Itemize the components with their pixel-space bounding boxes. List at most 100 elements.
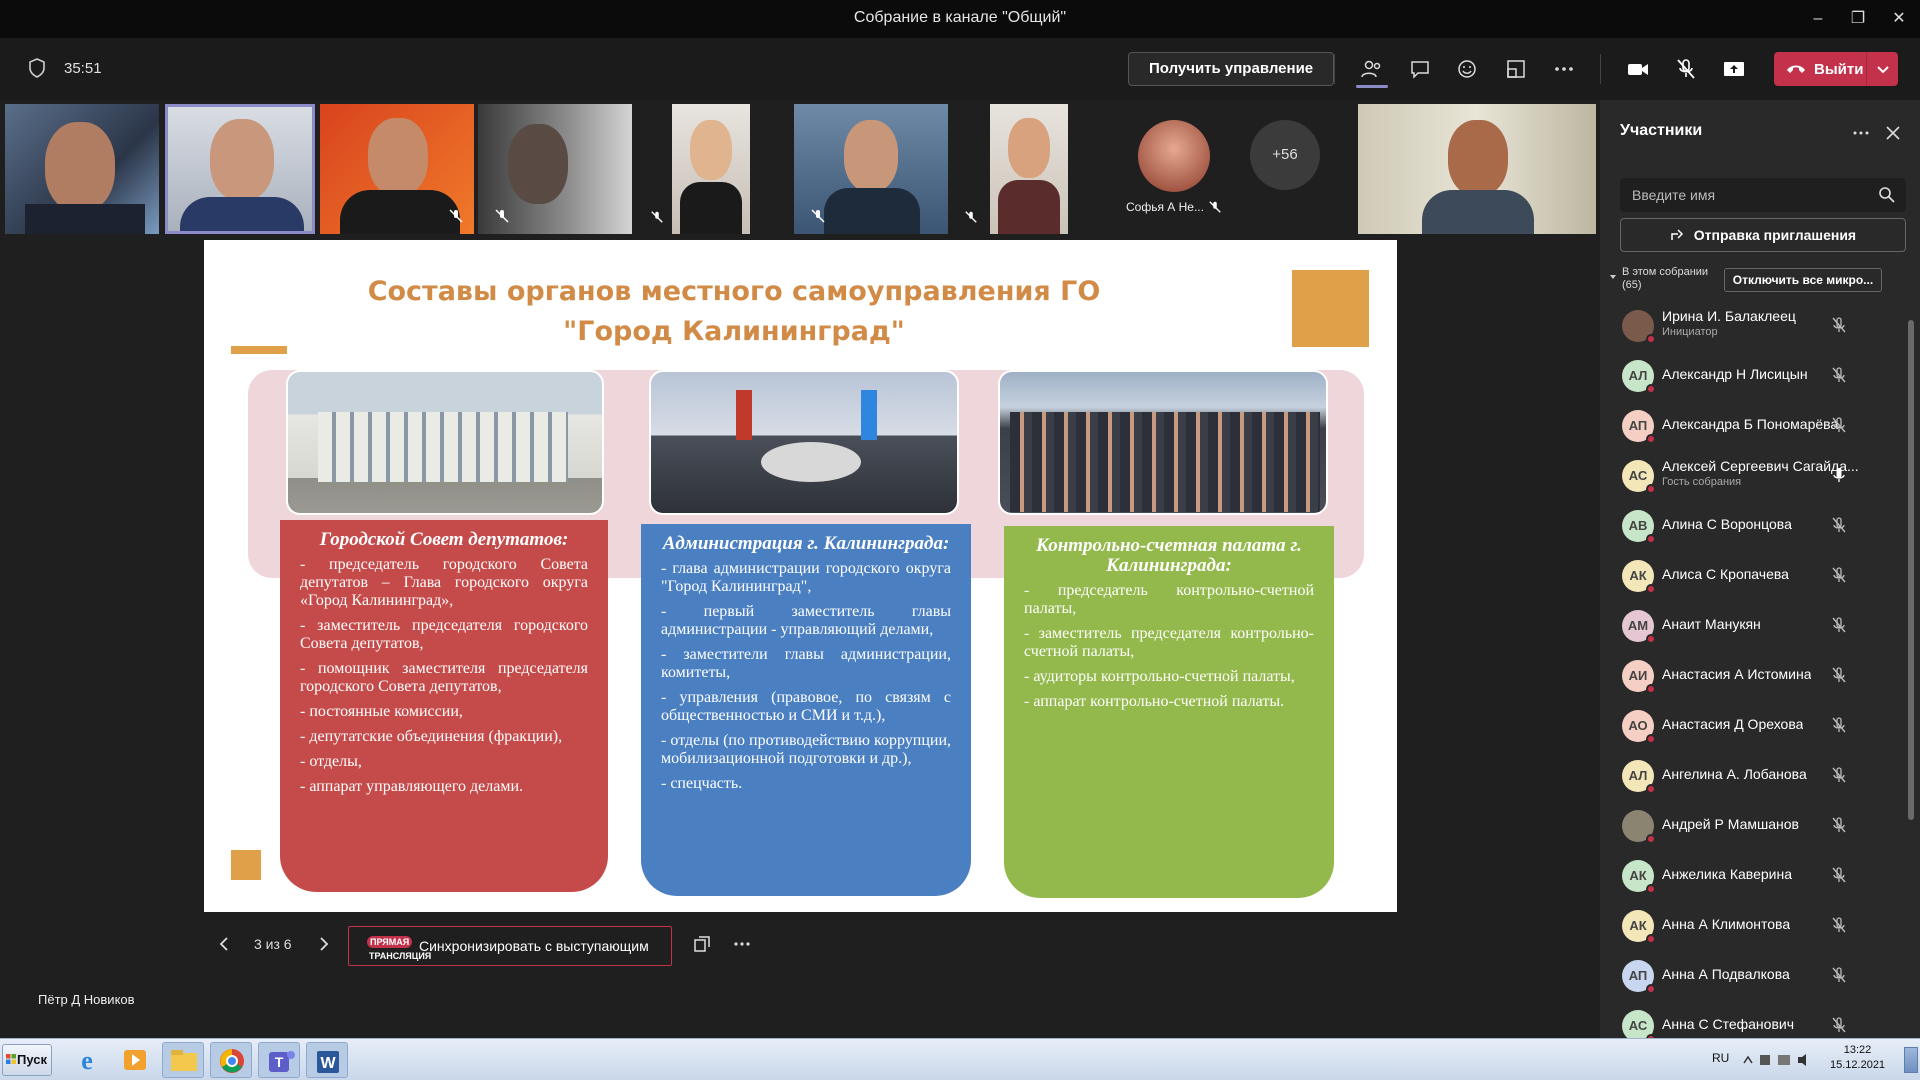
participant-row[interactable]: АС Алексей Сергеевич Сагайда... Гость собр… xyxy=(1600,450,1910,500)
close-icon[interactable] xyxy=(1884,124,1902,142)
mic-muted-icon[interactable] xyxy=(1672,55,1700,83)
mic-muted-icon[interactable] xyxy=(1830,666,1848,684)
participants-icon[interactable] xyxy=(1358,55,1386,83)
take-control-button[interactable]: Получить управление xyxy=(1128,52,1335,86)
close-window-icon[interactable]: ✕ xyxy=(1884,6,1914,32)
chevron-down-icon[interactable] xyxy=(1608,272,1618,282)
list-item: - первый заместитель главы администрации… xyxy=(661,603,951,638)
mic-muted-icon[interactable] xyxy=(1830,766,1848,784)
language-indicator[interactable]: RU xyxy=(1712,1051,1729,1065)
mic-muted-icon[interactable] xyxy=(1830,1016,1848,1034)
mic-muted-icon[interactable] xyxy=(1830,916,1848,934)
chat-icon[interactable] xyxy=(1406,55,1434,83)
participant-row[interactable]: АК Анжелика Каверина xyxy=(1600,850,1910,900)
participant-row[interactable]: АК Алиса С Кропачева xyxy=(1600,550,1910,600)
participant-video-body xyxy=(340,190,460,234)
file-explorer-icon[interactable] xyxy=(162,1042,204,1078)
participant-name: Анна А Климонтова xyxy=(1662,916,1791,932)
participant-row[interactable]: АП Александра Б Пономарёва xyxy=(1600,400,1910,450)
previous-slide-icon[interactable] xyxy=(214,934,234,954)
participant-row[interactable]: АП Анна А Подвалкова xyxy=(1600,950,1910,1000)
list-item: - постоянные комиссии, xyxy=(300,703,463,720)
participant-video-body xyxy=(1422,190,1534,234)
administration-meeting-photo xyxy=(649,370,959,515)
video-tile[interactable] xyxy=(794,104,948,234)
participant-role: Инициатор xyxy=(1662,326,1718,338)
participant-name: Анаит Манукян xyxy=(1662,616,1761,632)
participant-row[interactable]: АЛ Ангелина А. Лобанова xyxy=(1600,750,1910,800)
status-badge xyxy=(1646,834,1656,844)
video-tile[interactable] xyxy=(320,104,474,234)
mic-muted-icon[interactable] xyxy=(1830,716,1848,734)
participant-row[interactable]: Ирина И. Балаклеец Инициатор xyxy=(1600,300,1910,350)
sync-with-presenter-button[interactable]: ПРЯМАЯ ТРАНСЛЯЦИЯ Синхронизировать с выс… xyxy=(348,926,672,966)
more-participants-button[interactable]: +56 xyxy=(1250,120,1320,190)
mic-muted-icon[interactable] xyxy=(1830,316,1848,334)
participant-video xyxy=(368,118,428,196)
share-screen-icon[interactable] xyxy=(1720,55,1748,83)
search-input[interactable]: Введите имя xyxy=(1620,178,1906,212)
more-actions-icon[interactable] xyxy=(1550,55,1578,83)
list-item: - управления (правовое, по связям с обще… xyxy=(661,689,951,724)
participant-avatar: АЛ xyxy=(1622,360,1656,394)
clock[interactable]: 13:22 15.12.2021 xyxy=(1830,1043,1885,1073)
chrome-icon[interactable] xyxy=(210,1042,252,1078)
participant-row[interactable]: АВ Алина С Воронцова xyxy=(1600,500,1910,550)
start-button[interactable]: Пуск xyxy=(2,1044,52,1076)
participant-avatar[interactable] xyxy=(1138,120,1210,192)
participant-avatar: АИ xyxy=(1622,660,1656,694)
search-icon[interactable] xyxy=(1878,186,1896,204)
participant-row[interactable]: АК Анна А Климонтова xyxy=(1600,900,1910,950)
mic-muted-icon[interactable] xyxy=(1830,516,1848,534)
mic-icon[interactable] xyxy=(1830,466,1848,484)
teams-icon[interactable]: T xyxy=(258,1042,300,1078)
camera-icon[interactable] xyxy=(1624,55,1652,83)
video-tile[interactable] xyxy=(1358,104,1596,234)
system-tray-icons[interactable] xyxy=(1740,1051,1820,1069)
windows-logo-icon xyxy=(6,1054,16,1064)
participant-row[interactable]: АИ Анастасия А Истомина xyxy=(1600,650,1910,700)
participant-row[interactable]: АО Анастасия Д Орехова xyxy=(1600,700,1910,750)
mic-muted-icon[interactable] xyxy=(1830,366,1848,384)
mic-muted-icon[interactable] xyxy=(1830,816,1848,834)
mic-muted-icon[interactable] xyxy=(1830,866,1848,884)
chevron-down-icon[interactable] xyxy=(1874,60,1892,78)
participant-name: Анна А Подвалкова xyxy=(1662,966,1790,982)
pop-out-icon[interactable] xyxy=(692,934,712,954)
participant-video-body xyxy=(998,180,1060,234)
word-icon[interactable]: W xyxy=(306,1042,348,1078)
mute-all-button[interactable]: Отключить все микро... xyxy=(1724,268,1882,292)
more-options-icon[interactable] xyxy=(1852,124,1870,142)
leave-button[interactable]: Выйти xyxy=(1774,52,1898,86)
video-tile[interactable] xyxy=(5,104,159,234)
in-meeting-section[interactable]: В этом собрании (65) xyxy=(1622,266,1708,292)
video-tile[interactable] xyxy=(478,104,632,234)
minimize-icon[interactable]: – xyxy=(1803,6,1833,32)
participant-row[interactable]: АМ Анаит Манукян xyxy=(1600,600,1910,650)
participant-row[interactable]: Андрей Р Мамшанов xyxy=(1600,800,1910,850)
mic-muted-icon[interactable] xyxy=(1830,966,1848,984)
media-player-icon[interactable] xyxy=(114,1042,156,1078)
avatar-initials: АЛ xyxy=(1628,368,1648,383)
rooms-icon[interactable] xyxy=(1502,55,1530,83)
mic-muted-icon[interactable] xyxy=(1830,566,1848,584)
video-tile-active-speaker[interactable] xyxy=(165,104,315,234)
avatar-initials: АВ xyxy=(1628,518,1648,533)
mic-muted-icon[interactable] xyxy=(1830,616,1848,634)
mic-muted-icon[interactable] xyxy=(1830,416,1848,434)
scrollbar[interactable] xyxy=(1908,320,1914,820)
participant-avatar: АС xyxy=(1622,460,1656,494)
show-desktop-button[interactable] xyxy=(1904,1047,1918,1073)
internet-explorer-icon[interactable]: e xyxy=(66,1042,108,1078)
video-tile[interactable] xyxy=(672,104,750,234)
meeting-timer: 35:51 xyxy=(64,60,102,77)
next-slide-icon[interactable] xyxy=(314,934,334,954)
more-options-icon[interactable] xyxy=(732,934,752,954)
list-item: - отделы (по противодействию коррупции, … xyxy=(661,732,951,767)
reactions-icon[interactable] xyxy=(1454,55,1482,83)
flag xyxy=(736,390,752,440)
participant-row[interactable]: АЛ Александр Н Лисицын xyxy=(1600,350,1910,400)
video-tile[interactable] xyxy=(990,104,1068,234)
send-invite-button[interactable]: Отправка приглашения xyxy=(1620,218,1906,252)
restore-icon[interactable]: ❐ xyxy=(1843,6,1873,32)
